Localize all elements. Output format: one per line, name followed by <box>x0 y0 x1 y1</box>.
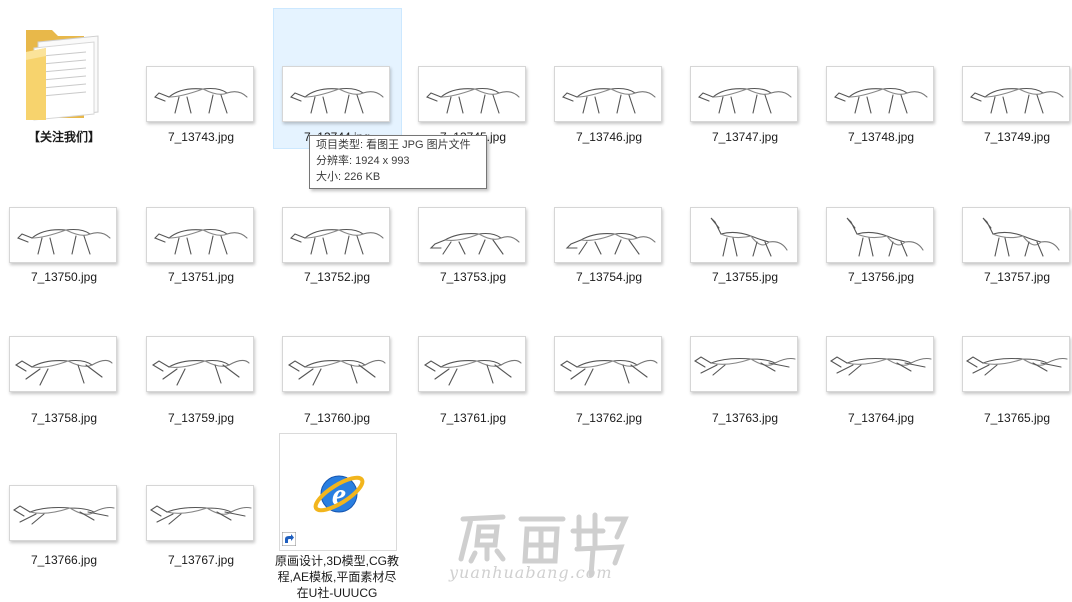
image-thumbnail <box>282 207 390 263</box>
wolf-sketch-image <box>982 217 1060 257</box>
wolf-sketch-image <box>970 87 1064 114</box>
wolf-sketch-image <box>151 359 250 386</box>
file-item[interactable]: 7_13744.jpg <box>273 0 401 144</box>
file-item[interactable]: 7_13765.jpg <box>953 282 1072 425</box>
wolf-sketch-image <box>287 359 386 386</box>
image-thumbnail <box>9 336 117 392</box>
image-thumbnail <box>690 66 798 122</box>
image-thumbnail <box>9 207 117 263</box>
file-name: 7_13767.jpg <box>167 553 235 567</box>
tooltip-type: 项目类型: 看图王 JPG 图片文件 <box>316 139 471 151</box>
image-thumbnail <box>146 207 254 263</box>
file-item[interactable]: 7_13749.jpg <box>953 0 1072 144</box>
wolf-sketch-image <box>698 87 792 114</box>
wolf-sketch-image <box>829 356 932 376</box>
wolf-sketch-image <box>846 217 924 257</box>
folder-item[interactable]: 【关注我们】 <box>0 0 128 150</box>
file-name: 7_13762.jpg <box>575 411 643 425</box>
file-item[interactable]: 7_13747.jpg <box>681 0 809 144</box>
wolf-sketch-image <box>290 228 384 255</box>
image-thumbnail <box>690 207 798 263</box>
image-thumbnail <box>146 485 254 541</box>
image-thumbnail <box>146 66 254 122</box>
image-thumbnail <box>962 336 1070 392</box>
wolf-sketch-image <box>426 87 520 114</box>
file-name: 7_13764.jpg <box>847 411 915 425</box>
tooltip-size: 大小: 226 KB <box>316 171 381 183</box>
wolf-sketch-image <box>423 359 522 386</box>
file-name: 7_13765.jpg <box>983 411 1051 425</box>
file-name: 7_13760.jpg <box>303 411 371 425</box>
file-item[interactable]: 7_13750.jpg <box>0 141 128 284</box>
file-item[interactable]: 7_13754.jpg <box>545 141 673 284</box>
file-item[interactable]: 7_13764.jpg <box>817 282 945 425</box>
file-name: 7_13761.jpg <box>439 411 507 425</box>
wolf-sketch-image <box>149 505 252 525</box>
file-item[interactable]: 7_13748.jpg <box>817 0 945 144</box>
image-thumbnail <box>826 207 934 263</box>
internet-explorer-icon: e <box>313 475 365 513</box>
image-thumbnail <box>418 336 526 392</box>
wolf-sketch-image <box>429 232 520 255</box>
wolf-sketch-image <box>12 505 115 525</box>
image-thumbnail <box>962 66 1070 122</box>
image-thumbnail <box>554 336 662 392</box>
shortcut-arrow-icon <box>282 532 296 546</box>
wolf-sketch-image <box>834 87 928 114</box>
image-thumbnail <box>146 336 254 392</box>
file-item[interactable]: 7_13743.jpg <box>137 0 265 144</box>
wolf-sketch-image <box>290 87 384 114</box>
image-thumbnail <box>282 66 390 122</box>
image-thumbnail <box>826 66 934 122</box>
file-tooltip: 项目类型: 看图王 JPG 图片文件 分辨率: 1924 x 993 大小: 2… <box>309 135 487 189</box>
wolf-sketch-image <box>17 228 111 255</box>
image-thumbnail <box>9 485 117 541</box>
file-item[interactable]: 7_13762.jpg <box>545 282 673 425</box>
file-item[interactable]: 7_13755.jpg <box>681 141 809 284</box>
image-thumbnail <box>690 336 798 392</box>
wolf-sketch-image <box>154 87 248 114</box>
file-item[interactable]: 7_13751.jpg <box>137 141 265 284</box>
file-item[interactable]: 7_13756.jpg <box>817 141 945 284</box>
image-thumbnail <box>962 207 1070 263</box>
image-thumbnail <box>554 66 662 122</box>
file-item[interactable]: 7_13759.jpg <box>137 282 265 425</box>
image-thumbnail <box>826 336 934 392</box>
image-thumbnail <box>418 207 526 263</box>
file-item[interactable]: 7_13758.jpg <box>0 282 128 425</box>
wolf-sketch-image <box>693 356 796 376</box>
file-item[interactable]: 7_13746.jpg <box>545 0 673 144</box>
file-item[interactable]: 7_13760.jpg <box>273 282 401 425</box>
wolf-sketch-image <box>562 87 656 114</box>
file-name: 7_13766.jpg <box>30 553 98 567</box>
file-item[interactable]: 7_13767.jpg <box>137 423 265 567</box>
file-item[interactable]: 7_13761.jpg <box>409 282 537 425</box>
folder-icon <box>26 30 99 121</box>
file-item[interactable]: 7_13766.jpg <box>0 423 128 567</box>
wolf-sketch-image <box>154 228 248 255</box>
file-item[interactable]: 7_13745.jpg <box>409 0 537 144</box>
wolf-sketch-image <box>965 356 1068 376</box>
image-thumbnail <box>282 336 390 392</box>
tooltip-resolution: 分辨率: 1924 x 993 <box>316 155 410 167</box>
image-thumbnail <box>418 66 526 122</box>
shortcut-label: 原画设计,3D模型,CG教程,AE模板,平面素材尽在U社-UUUCG <box>274 554 399 600</box>
file-item[interactable]: 7_13763.jpg <box>681 282 809 425</box>
wolf-sketch-image <box>710 217 788 257</box>
watermark-text: yuanhuabang.com <box>449 563 613 582</box>
file-item[interactable]: 7_13757.jpg <box>953 141 1072 284</box>
wolf-sketch-image <box>565 232 656 255</box>
shortcut-item[interactable]: e <box>279 433 397 551</box>
file-name: 7_13763.jpg <box>711 411 779 425</box>
wolf-sketch-image <box>559 359 658 386</box>
image-thumbnail <box>554 207 662 263</box>
wolf-sketch-image <box>14 359 113 386</box>
